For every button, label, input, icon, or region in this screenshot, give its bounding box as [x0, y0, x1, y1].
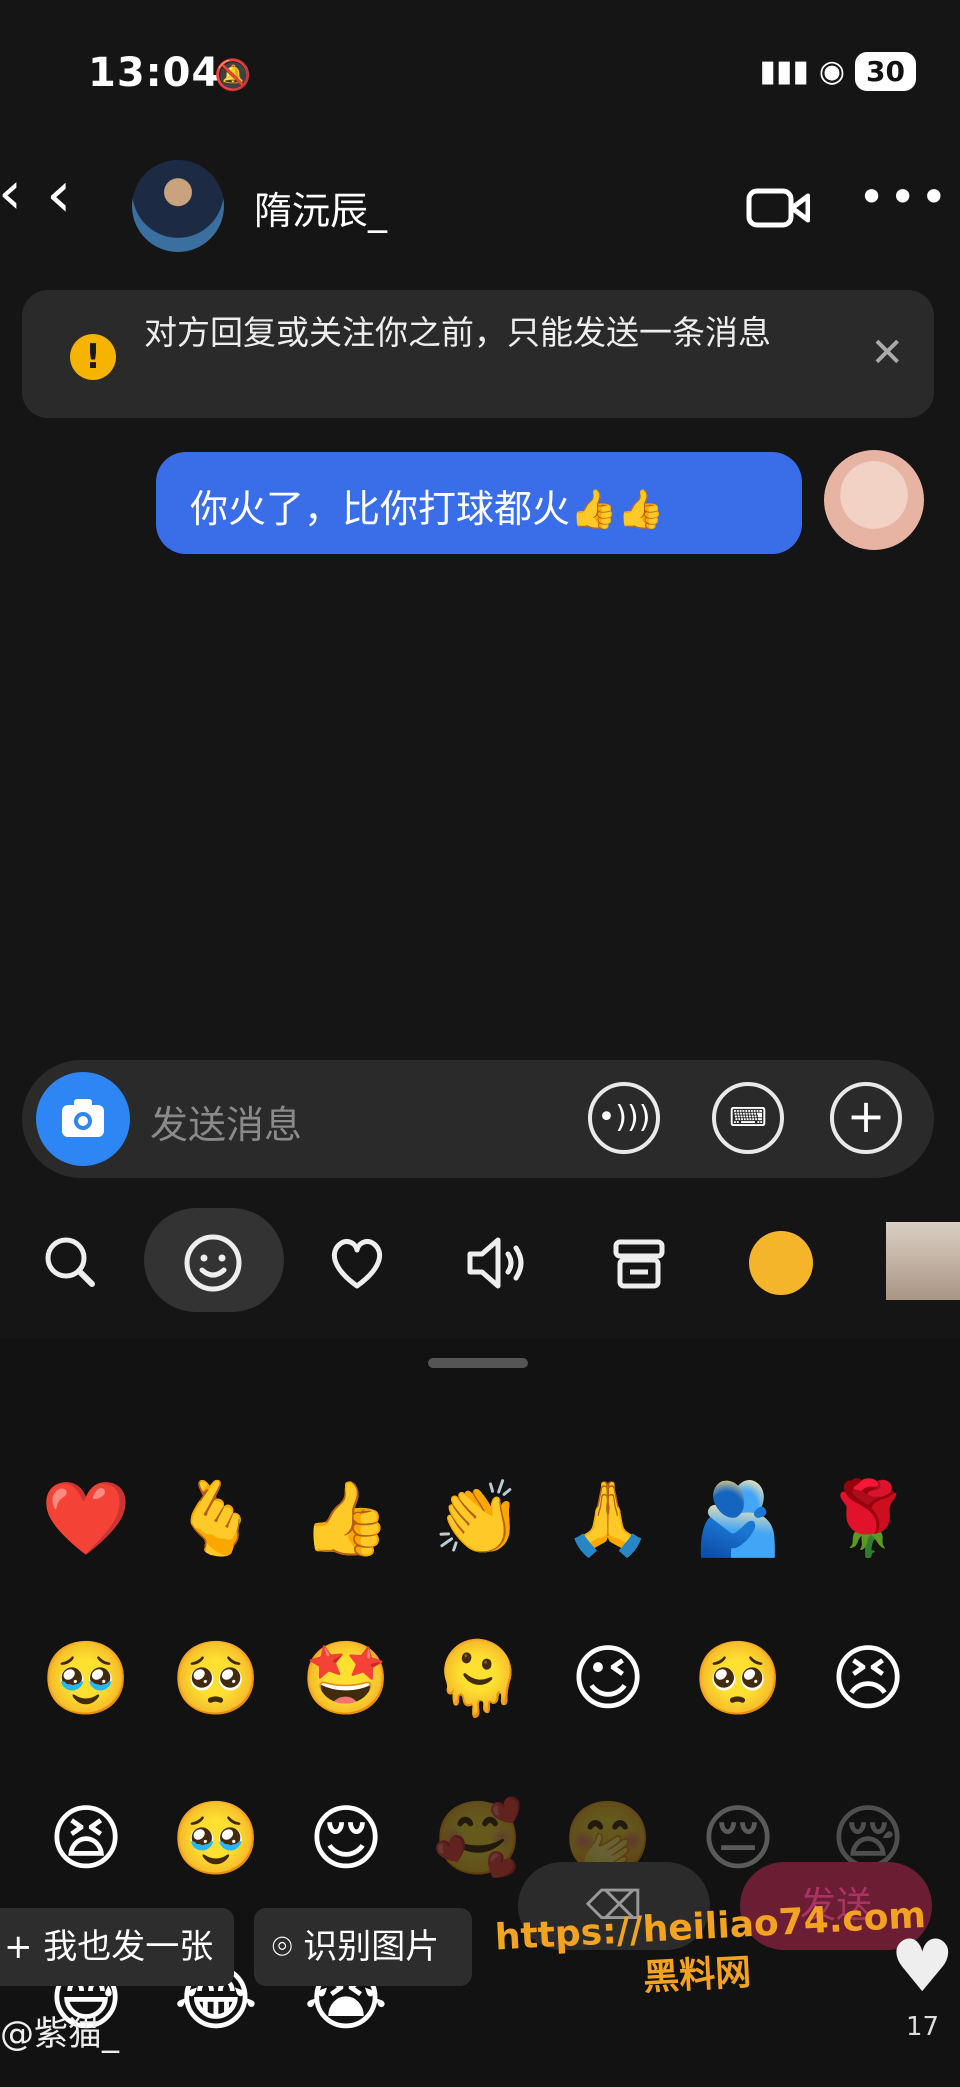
my-avatar[interactable]	[824, 450, 924, 550]
emoji-item[interactable]: 🥺	[690, 1630, 786, 1726]
plus-icon: +	[846, 1089, 886, 1143]
post-author[interactable]: @紫猫_	[0, 2006, 119, 2055]
emoji-item[interactable]: 🥹	[168, 1790, 264, 1886]
chat-header: ‹ ‹ 隋沅辰_ •••	[0, 150, 960, 260]
emoji-item[interactable]: 😉	[560, 1630, 656, 1726]
post-one-label: 我也发一张	[43, 1927, 214, 1967]
emoji-item[interactable]: 🥹	[38, 1630, 134, 1726]
emoji-item[interactable]: 😫	[38, 1790, 134, 1886]
emoji-item[interactable]: 🙏	[560, 1470, 656, 1566]
emoji-item[interactable]: 🤩	[298, 1630, 394, 1726]
signal-icon: ▮▮▮	[759, 54, 809, 89]
emoji-item[interactable]: 🥰	[430, 1790, 526, 1886]
status-time: 13:04	[88, 50, 221, 96]
heart-icon[interactable]	[312, 1218, 402, 1308]
scan-icon: ⌾	[272, 1927, 304, 1967]
emoji-item[interactable]: 🫰	[168, 1470, 264, 1566]
emoji-item[interactable]: 😣	[820, 1630, 916, 1726]
keyboard-button[interactable]: ⌨	[712, 1082, 784, 1154]
recognize-image-button[interactable]: ⌾ 识别图片	[254, 1908, 472, 1986]
like-count: 17	[906, 2012, 940, 2042]
plus-icon: +	[4, 1927, 44, 1967]
notice-banner: ! 对方回复或关注你之前，只能发送一条消息 ✕	[22, 290, 934, 418]
keyboard-icon: ⌨	[729, 1103, 767, 1133]
emoji-item[interactable]: 👍	[298, 1470, 394, 1566]
emoji-item[interactable]: 🫠	[430, 1630, 526, 1726]
message-input[interactable]: 发送消息	[150, 1094, 302, 1149]
emoji-item[interactable]: 😌	[298, 1790, 394, 1886]
emoji-item[interactable]: 👏	[430, 1470, 526, 1566]
emoji-item[interactable]: 🥺	[168, 1630, 264, 1726]
back-icon-edge[interactable]: ‹	[0, 158, 22, 228]
voice-icon: •)))	[597, 1100, 651, 1135]
sticker-icon[interactable]	[736, 1218, 826, 1308]
close-icon[interactable]: ✕	[870, 330, 904, 376]
emoji-icon[interactable]	[168, 1218, 258, 1308]
add-button[interactable]: +	[830, 1082, 902, 1154]
like-heart-icon[interactable]: ♥	[890, 1924, 955, 2008]
contact-name[interactable]: 隋沅辰_	[254, 180, 387, 235]
recognize-image-label: 识别图片	[303, 1927, 440, 1967]
speaker-icon[interactable]	[452, 1218, 542, 1308]
emoji-item[interactable]: ❤️	[38, 1470, 134, 1566]
post-one-button[interactable]: + 我也发一张	[0, 1908, 234, 1986]
emoji-item[interactable]: 🌹	[820, 1470, 916, 1566]
video-icon[interactable]	[746, 186, 811, 234]
drag-handle[interactable]	[428, 1358, 528, 1368]
message-bubble[interactable]: 你火了，比你打球都火👍👍	[156, 452, 802, 554]
message-text: 你火了，比你打球都火👍👍	[190, 487, 665, 531]
camera-icon	[62, 1099, 104, 1137]
message-input-bar: 发送消息 •))) ⌨ +	[22, 1060, 934, 1178]
emoji-item[interactable]: 🫂	[690, 1470, 786, 1566]
more-icon[interactable]: •••	[858, 170, 951, 224]
search-icon[interactable]	[26, 1218, 116, 1308]
camera-button[interactable]	[36, 1072, 130, 1166]
warning-icon: !	[70, 334, 116, 380]
notice-text: 对方回复或关注你之前，只能发送一条消息	[144, 313, 771, 352]
battery: 30	[855, 52, 916, 91]
wifi-icon: ◉	[818, 54, 846, 89]
back-icon[interactable]: ‹	[46, 158, 72, 232]
mute-icon: 🔕	[214, 58, 252, 93]
voice-button[interactable]: •)))	[588, 1082, 660, 1154]
store-icon[interactable]	[594, 1218, 684, 1308]
status-right: ▮▮▮ ◉ 30	[759, 52, 916, 91]
cat-photo-thumbnail[interactable]	[886, 1222, 960, 1300]
contact-avatar[interactable]	[132, 160, 224, 252]
